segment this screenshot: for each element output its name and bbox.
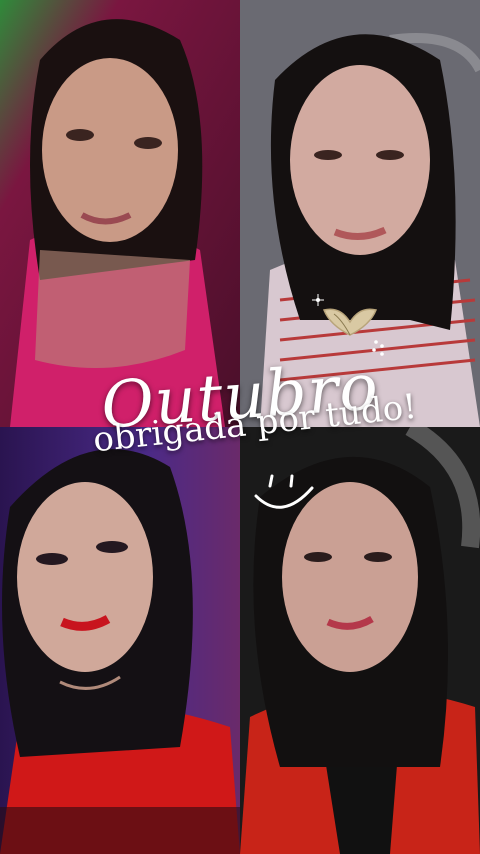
smiley-icon [254, 474, 314, 509]
portrait-bottom-left [0, 427, 240, 854]
photo-bottom-left [0, 427, 240, 854]
